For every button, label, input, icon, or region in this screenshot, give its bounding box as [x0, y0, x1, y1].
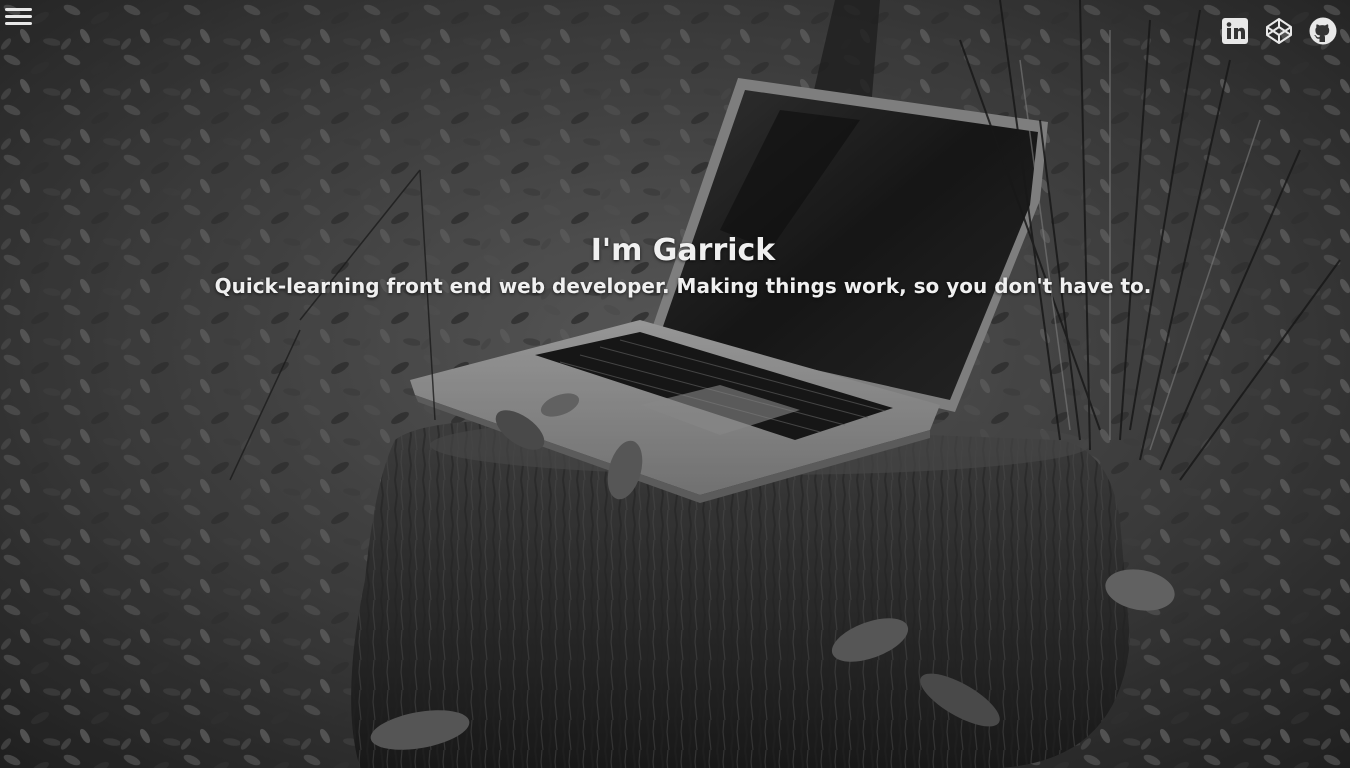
menu-bar: [5, 22, 32, 25]
intro: I'm Garrick Quick-learning front end web…: [0, 230, 1350, 300]
social-links: [1220, 16, 1338, 46]
hero-section: I'm Garrick Quick-learning front end web…: [0, 0, 1350, 768]
hamburger-menu-icon[interactable]: [5, 6, 33, 34]
menu-bar: [5, 8, 32, 11]
linkedin-link[interactable]: [1220, 16, 1250, 46]
github-icon: [1309, 17, 1337, 45]
tagline: Quick-learning front end web developer. …: [214, 274, 1152, 298]
codepen-link[interactable]: [1264, 16, 1294, 46]
linkedin-icon: [1222, 18, 1248, 44]
menu-bar: [5, 15, 32, 18]
background-photo: [0, 0, 1350, 768]
github-link[interactable]: [1308, 16, 1338, 46]
codepen-icon: [1266, 18, 1292, 44]
page-title: I'm Garrick: [590, 233, 776, 268]
